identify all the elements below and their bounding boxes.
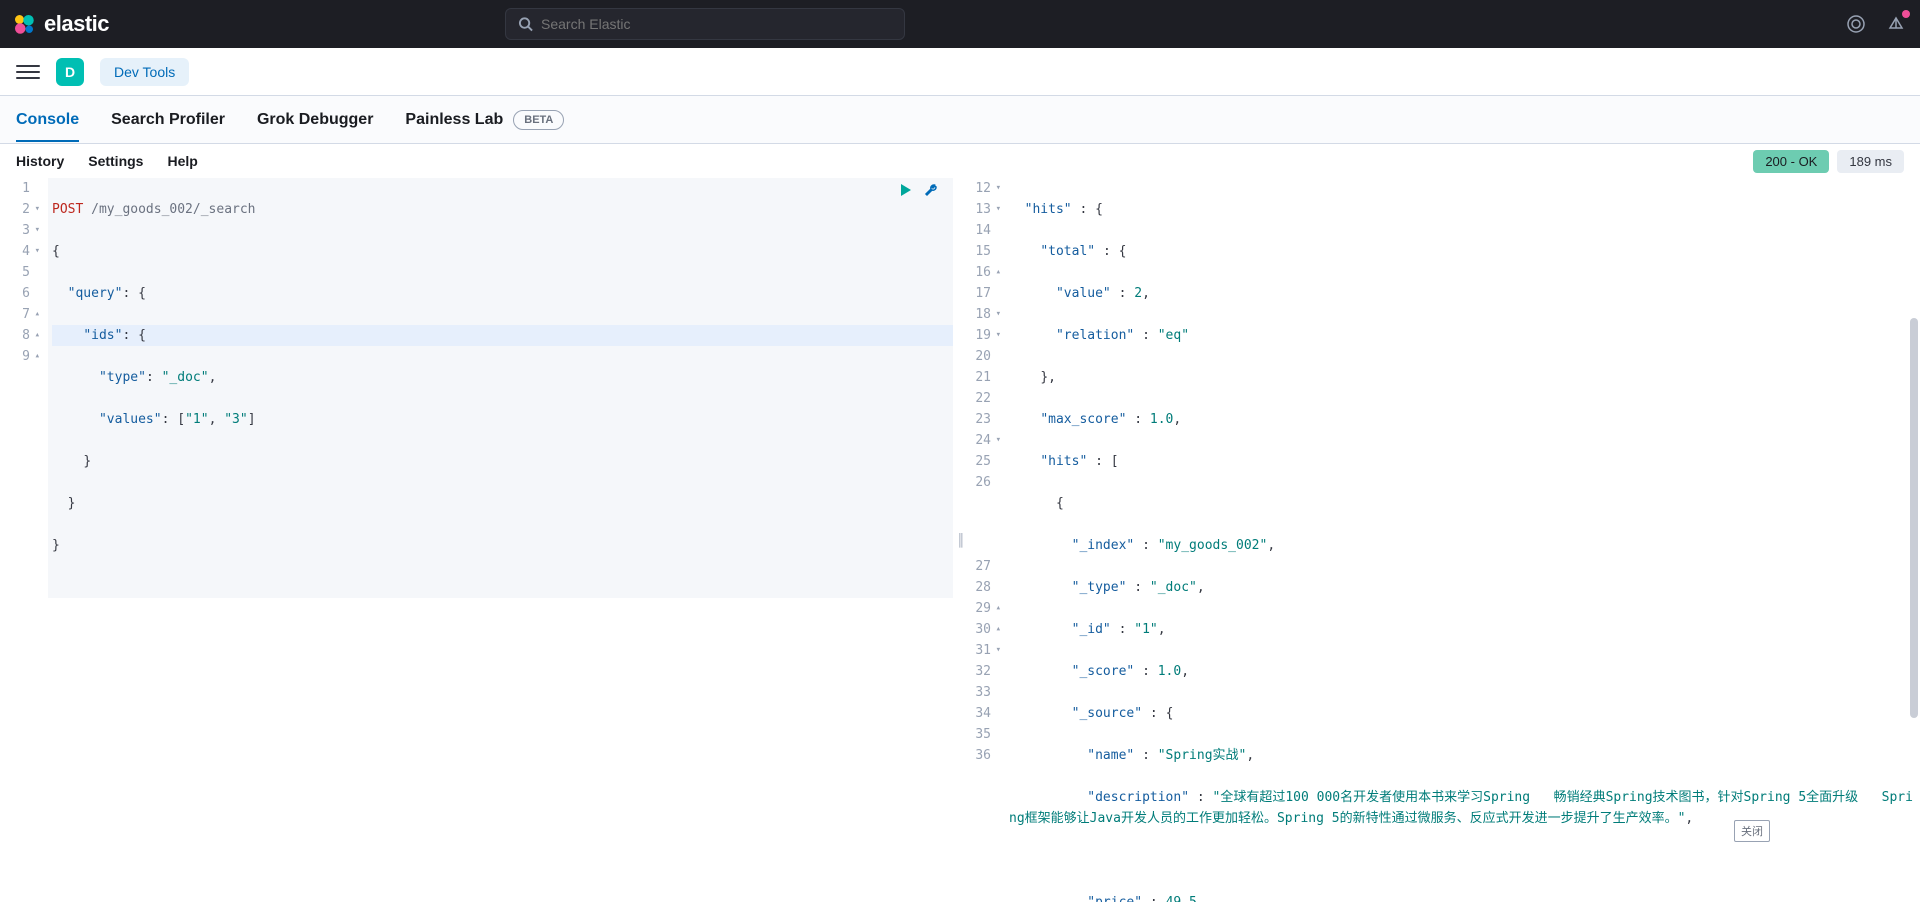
- global-search[interactable]: [505, 8, 905, 40]
- newsfeed-icon[interactable]: [1844, 12, 1868, 36]
- space-avatar[interactable]: D: [56, 58, 84, 86]
- elastic-logo-icon: [12, 12, 36, 36]
- search-icon: [518, 16, 533, 32]
- editor-container: 1 2▾ 3▾ 4▾ 5 6 7▴ 8▴ 9▴ POST /my_goods_0…: [0, 178, 1920, 902]
- pane-splitter[interactable]: ║: [953, 178, 967, 902]
- settings-link[interactable]: Settings: [88, 153, 143, 169]
- breadcrumb[interactable]: Dev Tools: [100, 58, 189, 86]
- global-header: elastic: [0, 0, 1920, 48]
- tab-console[interactable]: Console: [16, 99, 79, 141]
- request-path: /my_goods_002/_search: [91, 202, 255, 217]
- request-options-button[interactable]: [923, 182, 939, 201]
- status-badge: 200 - OK: [1753, 150, 1829, 173]
- console-toolbar: History Settings Help 200 - OK 189 ms: [0, 144, 1920, 178]
- brand-text: elastic: [44, 11, 109, 37]
- response-pane[interactable]: 12▾ 13▾ 14 15 16▴ 17 18▾ 19▾ 20 21 22 23…: [967, 178, 1920, 902]
- time-badge: 189 ms: [1837, 150, 1904, 173]
- scrollbar[interactable]: [1910, 318, 1918, 718]
- sub-header: D Dev Tools: [0, 48, 1920, 96]
- nav-toggle-button[interactable]: [16, 60, 40, 84]
- beta-badge: BETA: [513, 110, 564, 130]
- tab-painless-lab[interactable]: Painless Lab BETA: [405, 98, 564, 142]
- run-request-button[interactable]: [897, 182, 913, 201]
- http-method: POST: [52, 202, 83, 217]
- history-link[interactable]: History: [16, 153, 64, 169]
- tab-grok-debugger[interactable]: Grok Debugger: [257, 99, 373, 141]
- notification-dot-icon: [1902, 10, 1910, 18]
- search-input[interactable]: [541, 16, 892, 32]
- request-editor[interactable]: POST /my_goods_002/_search { "query": { …: [48, 178, 953, 598]
- close-button[interactable]: 关闭: [1734, 820, 1770, 842]
- response-gutter: 12▾ 13▾ 14 15 16▴ 17 18▾ 19▾ 20 21 22 23…: [967, 178, 1009, 766]
- request-gutter: 1 2▾ 3▾ 4▾ 5 6 7▴ 8▴ 9▴: [0, 178, 48, 367]
- logo[interactable]: elastic: [12, 11, 109, 37]
- setup-guide-icon[interactable]: [1884, 12, 1908, 36]
- dev-tools-tabs: Console Search Profiler Grok Debugger Pa…: [0, 96, 1920, 144]
- help-link[interactable]: Help: [167, 153, 197, 169]
- tab-painless-label: Painless Lab: [405, 111, 503, 129]
- request-pane[interactable]: 1 2▾ 3▾ 4▾ 5 6 7▴ 8▴ 9▴ POST /my_goods_0…: [0, 178, 953, 902]
- response-viewer[interactable]: "hits" : { "total" : { "value" : 2, "rel…: [1009, 178, 1920, 902]
- tab-search-profiler[interactable]: Search Profiler: [111, 99, 225, 141]
